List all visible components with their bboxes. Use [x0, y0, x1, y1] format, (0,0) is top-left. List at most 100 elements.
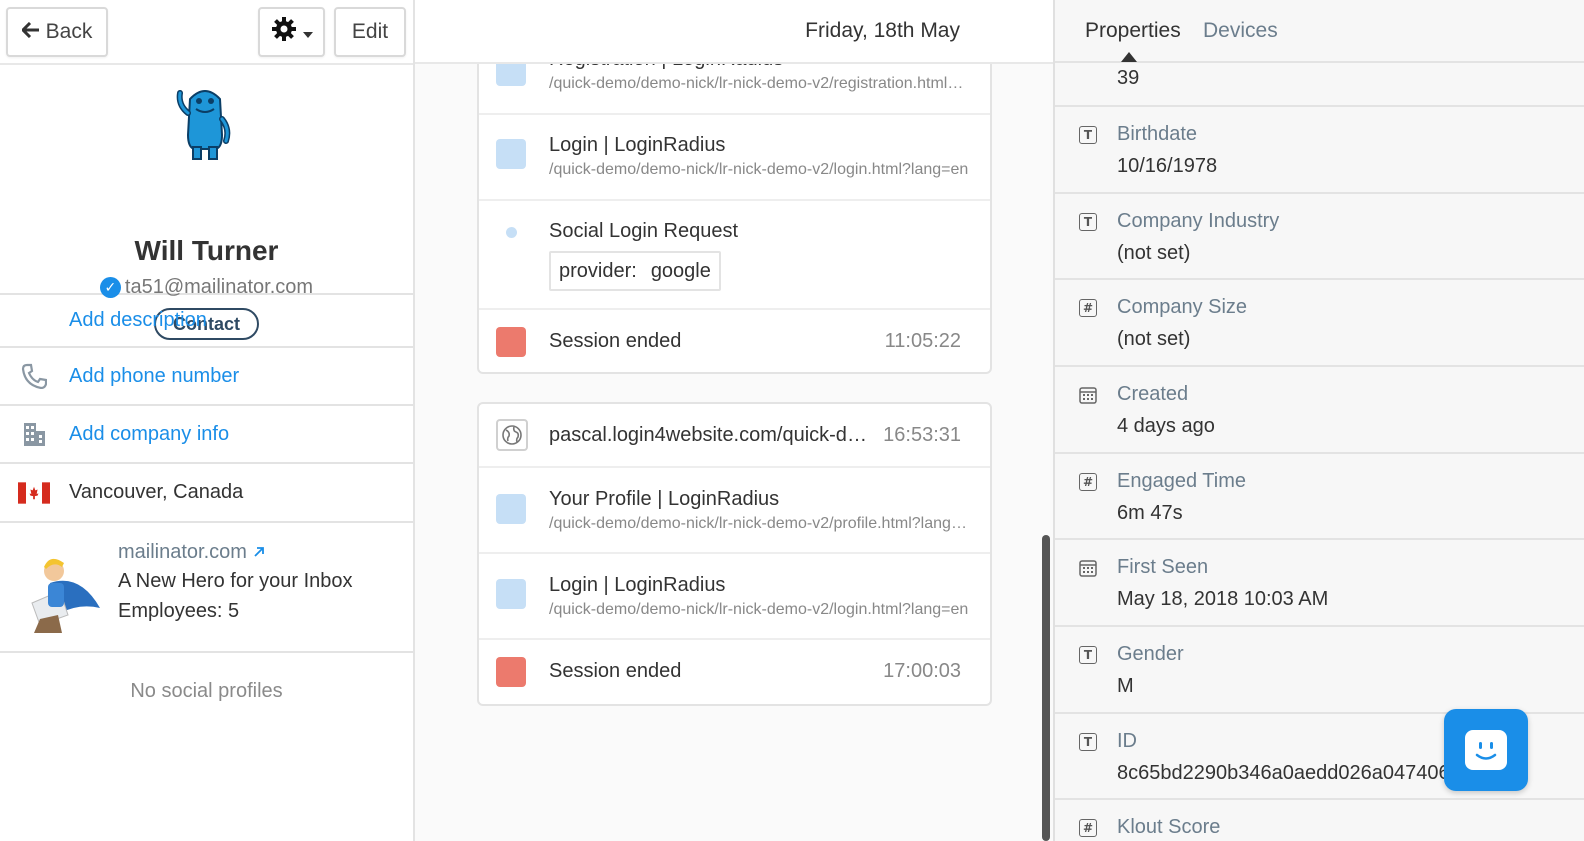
session-card: Registration | LoginRadius /quick-demo/d… — [477, 30, 992, 374]
company-tagline: A New Hero for your Inbox — [118, 570, 353, 592]
timeline-event[interactable]: pascal.login4website.com/quick-demo 16:5… — [479, 404, 990, 468]
add-description-link[interactable]: Add description — [69, 309, 207, 332]
property-label: Company Size — [1117, 296, 1248, 318]
company-employees: Employees: 5 — [118, 600, 240, 622]
add-description-row[interactable]: Add description — [0, 295, 413, 348]
user-name: Will Turner — [134, 235, 279, 266]
event-title: Login | LoginRadius — [549, 574, 726, 596]
timeline-event[interactable]: Your Profile | LoginRadius /quick-demo/d… — [479, 468, 990, 554]
property-value: 10/16/1978 — [1117, 155, 1218, 177]
tab-properties[interactable]: Properties — [1085, 19, 1181, 43]
timeline-header: Friday, 18th May — [415, 0, 1053, 64]
property-value: 4 days ago — [1117, 415, 1215, 437]
property-row: # Company Size (not set) — [1055, 280, 1584, 367]
session-end-icon — [496, 657, 526, 687]
property-label: Company Industry — [1117, 210, 1280, 232]
arrow-left-icon — [20, 21, 40, 44]
add-company-link[interactable]: Add company info — [69, 423, 229, 446]
properties-tabs: Properties Devices — [1055, 0, 1584, 63]
number-icon: # — [1079, 473, 1097, 491]
property-label: First Seen — [1117, 556, 1209, 578]
chat-launcher-button[interactable] — [1444, 709, 1528, 791]
add-company-row[interactable]: Add company info — [0, 406, 413, 464]
event-title: Session ended — [549, 660, 682, 682]
timeline-event[interactable]: Social Login Request provider: google — [479, 201, 990, 310]
number-icon: # — [1079, 299, 1097, 317]
timeline-event[interactable]: Login | LoginRadius /quick-demo/demo-nic… — [479, 554, 990, 640]
activity-timeline: Friday, 18th May Registration | LoginRad… — [415, 0, 1053, 841]
event-time: 17:00:03 — [883, 660, 961, 682]
calendar-icon — [1079, 386, 1097, 404]
property-row: T Company Industry (not set) — [1055, 194, 1584, 280]
event-property-key: provider: — [559, 259, 637, 282]
property-value: 8c65bd2290b346a0aedd026a0474065 — [1117, 762, 1461, 784]
property-row: T Birthdate 10/16/1978 — [1055, 107, 1584, 194]
property-label: Gender — [1117, 643, 1184, 665]
profile-header: Will Turner ✓ ta51@mailinator.com Contac… — [0, 65, 413, 340]
property-row: # Klout Score — [1055, 800, 1584, 841]
event-time: 16:53:31 — [883, 424, 961, 446]
timeline-event[interactable]: Session ended 11:05:22 — [479, 310, 990, 374]
tab-devices[interactable]: Devices — [1203, 19, 1278, 43]
company-domain[interactable]: mailinator.com — [118, 541, 247, 563]
gear-icon — [271, 16, 297, 48]
text-icon: T — [1079, 733, 1097, 751]
timeline-date: Friday, 18th May — [805, 19, 960, 42]
add-phone-row[interactable]: Add phone number — [0, 348, 413, 406]
event-title: Your Profile | LoginRadius — [549, 488, 780, 510]
add-phone-link[interactable]: Add phone number — [69, 365, 239, 388]
property-value: (not set) — [1117, 242, 1191, 264]
timeline-event[interactable]: Session ended 17:00:03 — [479, 640, 990, 704]
canada-flag-icon — [18, 481, 50, 505]
building-icon — [18, 421, 50, 447]
property-row: 39 — [1055, 63, 1584, 107]
back-label: Back — [45, 20, 93, 43]
avatar — [176, 85, 234, 163]
property-value: May 18, 2018 10:03 AM — [1117, 588, 1329, 610]
event-url: /quick-demo/demo-nick/lr-nick-demo-v2/lo… — [549, 161, 969, 178]
property-label: Klout Score — [1117, 816, 1221, 838]
property-label: ID — [1117, 730, 1137, 752]
event-title: Login | LoginRadius — [549, 134, 726, 156]
page-view-icon — [496, 579, 526, 609]
location-row: Vancouver, Canada — [0, 464, 413, 523]
event-title: Session ended — [549, 330, 682, 352]
settings-dropdown-button[interactable] — [258, 7, 325, 57]
page-view-icon — [496, 139, 526, 169]
back-button[interactable]: Back — [6, 7, 108, 57]
property-row: T Gender M — [1055, 627, 1584, 714]
event-url: /quick-demo/demo-nick/lr-nick-demo-v2/pr… — [549, 515, 969, 532]
property-label: Created — [1117, 383, 1189, 405]
timeline-scrollbar[interactable] — [1042, 535, 1050, 841]
company-card: mailinator.com A New Hero for your Inbox… — [0, 523, 413, 653]
company-domain-link[interactable]: mailinator.com — [118, 541, 265, 564]
property-row: Created 4 days ago — [1055, 367, 1584, 454]
event-property: provider: google — [549, 251, 721, 291]
property-row: # Engaged Time 6m 47s — [1055, 454, 1584, 540]
phone-icon — [18, 363, 50, 389]
page-view-icon — [496, 494, 526, 524]
property-label: Birthdate — [1117, 123, 1198, 145]
event-title: pascal.login4website.com/quick-demo — [549, 424, 869, 446]
event-time: 11:05:22 — [884, 330, 961, 352]
property-value: M — [1117, 675, 1134, 697]
event-title: Social Login Request — [549, 220, 739, 242]
property-value: (not set) — [1117, 328, 1191, 350]
event-property-value: google — [650, 259, 711, 282]
company-logo — [20, 553, 105, 633]
smiley-icon — [1465, 730, 1507, 770]
event-url: /quick-demo/demo-nick/lr-nick-demo-v2/lo… — [549, 601, 969, 618]
caret-down-icon — [302, 20, 313, 44]
property-value: 39 — [1117, 67, 1140, 89]
user-profile-panel: Back Edit Will Turner ✓ ta51@mailinator.… — [0, 0, 415, 841]
globe-icon — [496, 419, 528, 451]
text-icon: T — [1079, 646, 1097, 664]
text-icon: T — [1079, 126, 1097, 144]
no-social-profiles: No social profiles — [130, 680, 283, 702]
timeline-event[interactable]: Login | LoginRadius /quick-demo/demo-nic… — [479, 115, 990, 201]
event-url: /quick-demo/demo-nick/lr-nick-demo-v2/re… — [549, 75, 969, 92]
edit-button[interactable]: Edit — [334, 7, 406, 57]
external-link-icon[interactable] — [253, 541, 265, 563]
session-end-icon — [496, 327, 526, 357]
profile-toolbar: Back Edit — [0, 0, 413, 65]
